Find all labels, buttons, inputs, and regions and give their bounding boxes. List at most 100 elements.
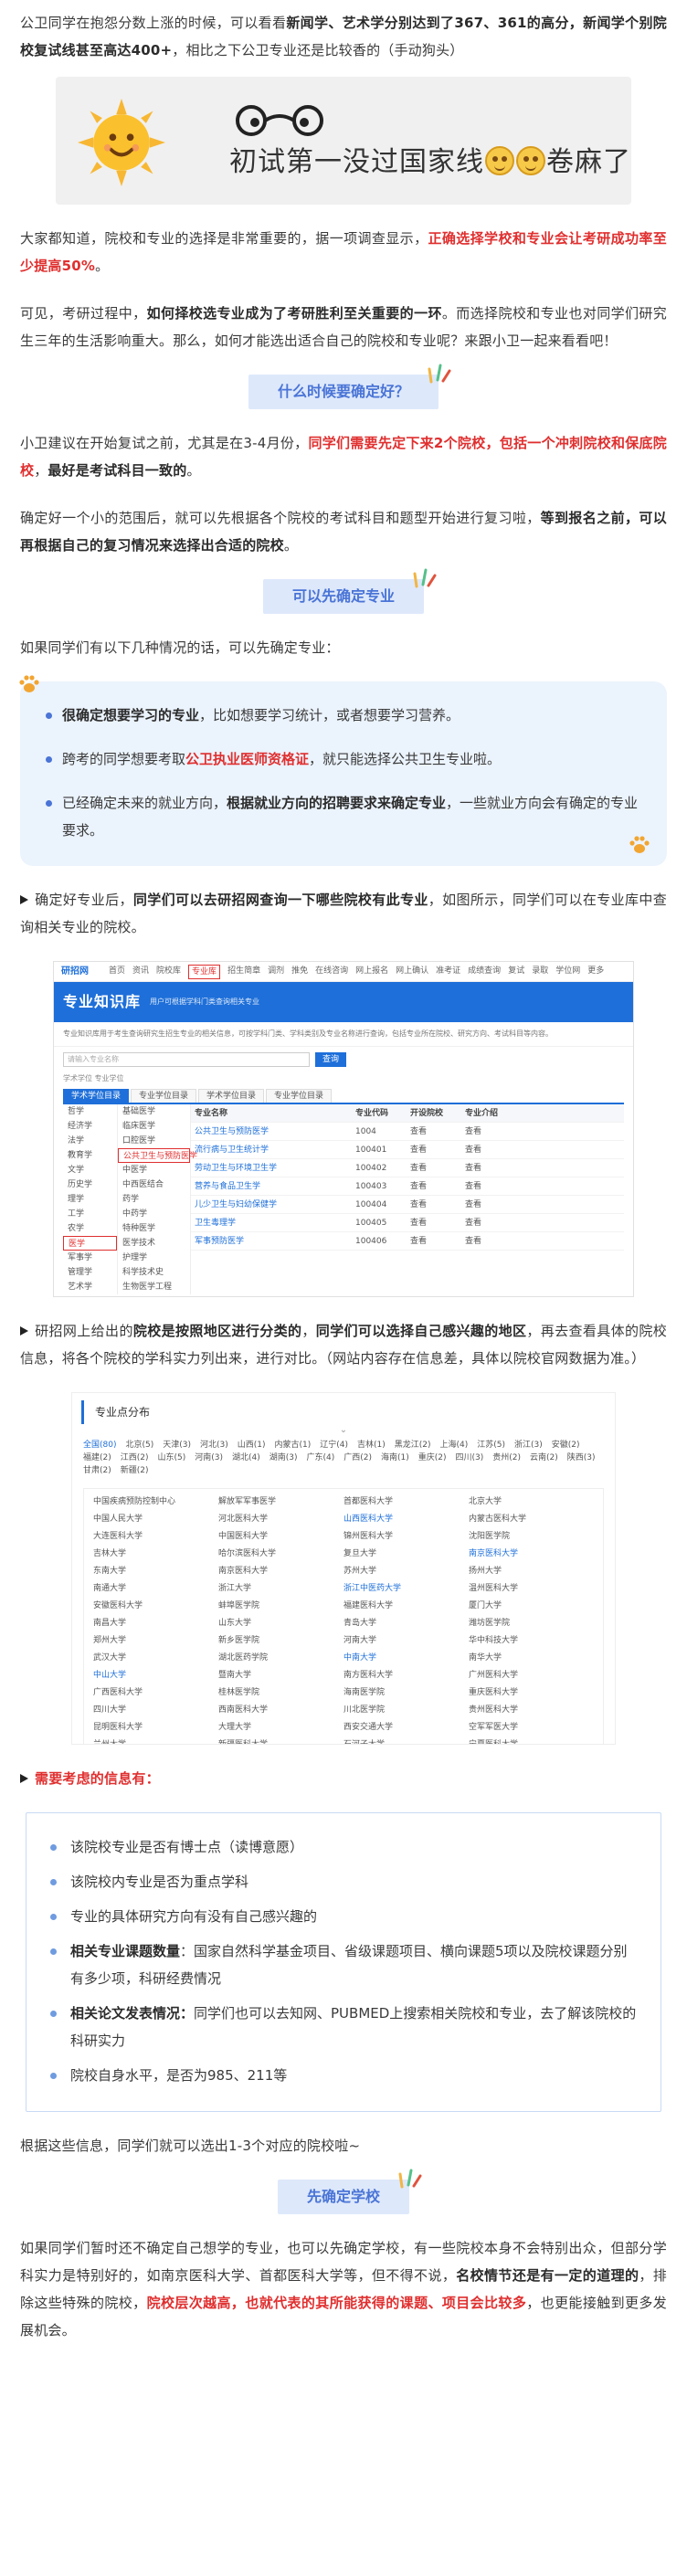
school-link[interactable]: 哈尔滨医科大学 xyxy=(218,1547,344,1561)
region-tab[interactable]: 贵州(2) xyxy=(492,1452,521,1464)
table-cell[interactable]: 查看 xyxy=(465,1141,520,1158)
chevron-down-icon[interactable]: ⌄ xyxy=(72,1426,615,1435)
school-link[interactable]: 温州医科大学 xyxy=(469,1581,594,1596)
school-link[interactable]: 中南大学 xyxy=(344,1651,469,1665)
region-tab[interactable]: 吉林(1) xyxy=(357,1439,386,1452)
category-item[interactable]: 中药学 xyxy=(118,1207,190,1221)
region-tab[interactable]: 辽宁(4) xyxy=(320,1439,348,1452)
region-tab[interactable]: 新疆(2) xyxy=(121,1464,149,1477)
table-cell[interactable]: 劳动卫生与环境卫生学 xyxy=(191,1159,355,1177)
discipline-item[interactable]: 军事学 xyxy=(63,1251,117,1265)
table-cell[interactable]: 查看 xyxy=(465,1123,520,1140)
school-link[interactable]: 浙江中医药大学 xyxy=(344,1581,469,1596)
school-link[interactable]: 苏州大学 xyxy=(344,1564,469,1578)
school-link[interactable]: 沈阳医学院 xyxy=(469,1529,594,1544)
school-link[interactable]: 桂林医学院 xyxy=(218,1685,344,1700)
school-link[interactable]: 复旦大学 xyxy=(344,1547,469,1561)
table-cell[interactable]: 卫生毒理学 xyxy=(191,1214,355,1231)
discipline-item[interactable]: 医学 xyxy=(63,1236,117,1251)
school-link[interactable]: 宁夏医科大学 xyxy=(469,1737,594,1744)
region-tab[interactable]: 山西(1) xyxy=(238,1439,266,1452)
school-link[interactable]: 南京医科大学 xyxy=(218,1564,344,1578)
category-item[interactable]: 中医学 xyxy=(118,1163,190,1177)
region-tab[interactable]: 重庆(2) xyxy=(418,1452,447,1464)
table-cell[interactable]: 查看 xyxy=(410,1232,465,1250)
category-item[interactable]: 医学技术 xyxy=(118,1236,190,1251)
region-tab[interactable]: 陕西(3) xyxy=(567,1452,596,1464)
search-button[interactable]: 查询 xyxy=(315,1052,346,1067)
school-link[interactable]: 浙江大学 xyxy=(218,1581,344,1596)
nav-item[interactable]: 推免 xyxy=(291,965,308,979)
school-link[interactable]: 福建医科大学 xyxy=(344,1599,469,1613)
region-tab[interactable]: 湖北(4) xyxy=(232,1452,260,1464)
school-link[interactable]: 郑州大学 xyxy=(93,1633,218,1648)
table-cell[interactable]: 流行病与卫生统计学 xyxy=(191,1141,355,1158)
category-item[interactable]: 临床医学 xyxy=(118,1119,190,1134)
nav-item[interactable]: 调剂 xyxy=(268,965,284,979)
school-link[interactable]: 中国人民大学 xyxy=(93,1512,218,1526)
nav-item[interactable]: 成绩查询 xyxy=(468,965,501,979)
region-tab[interactable]: 上海(4) xyxy=(439,1439,468,1452)
school-link[interactable]: 山东大学 xyxy=(218,1616,344,1631)
category-item[interactable]: 特种医学 xyxy=(118,1221,190,1236)
school-link[interactable]: 山西医科大学 xyxy=(344,1512,469,1526)
table-cell[interactable]: 公共卫生与预防医学 xyxy=(191,1123,355,1140)
discipline-item[interactable]: 农学 xyxy=(63,1221,117,1236)
school-link[interactable]: 潍坊医学院 xyxy=(469,1616,594,1631)
discipline-item[interactable]: 教育学 xyxy=(63,1148,117,1163)
school-link[interactable]: 河南大学 xyxy=(344,1633,469,1648)
school-link[interactable]: 中山大学 xyxy=(93,1668,218,1683)
discipline-item[interactable]: 艺术学 xyxy=(63,1280,117,1294)
table-cell[interactable]: 查看 xyxy=(465,1159,520,1177)
category-item[interactable]: 公共卫生与预防医学 xyxy=(118,1148,197,1163)
school-link[interactable]: 南通大学 xyxy=(93,1581,218,1596)
table-cell[interactable]: 查看 xyxy=(465,1196,520,1213)
school-link[interactable]: 蚌埠医学院 xyxy=(218,1599,344,1613)
nav-item[interactable]: 复试 xyxy=(508,965,524,979)
nav-item[interactable]: 招生简章 xyxy=(227,965,260,979)
category-item[interactable]: 药学 xyxy=(118,1192,190,1207)
school-link[interactable]: 广西医科大学 xyxy=(93,1685,218,1700)
school-link[interactable]: 大理大学 xyxy=(218,1720,344,1735)
school-link[interactable]: 四川大学 xyxy=(93,1703,218,1717)
school-link[interactable]: 湖北医药学院 xyxy=(218,1651,344,1665)
region-tab[interactable]: 河南(3) xyxy=(195,1452,223,1464)
discipline-item[interactable]: 工学 xyxy=(63,1207,117,1221)
nav-item[interactable]: 首页 xyxy=(109,965,125,979)
region-tab[interactable]: 云南(2) xyxy=(530,1452,558,1464)
region-tab[interactable]: 甘肃(2) xyxy=(83,1464,111,1477)
discipline-item[interactable]: 文学 xyxy=(63,1163,117,1177)
region-tab[interactable]: 福建(2) xyxy=(83,1452,111,1464)
nav-item[interactable]: 专业库 xyxy=(188,964,221,979)
degree-type-radios[interactable]: 学术学位 专业学位 xyxy=(54,1072,633,1089)
nav-item[interactable]: 更多 xyxy=(587,965,604,979)
nav-item[interactable]: 网上报名 xyxy=(355,965,388,979)
region-tab[interactable]: 浙江(3) xyxy=(514,1439,543,1452)
category-item[interactable]: 口腔医学 xyxy=(118,1134,190,1148)
category-item[interactable]: 中西医结合 xyxy=(118,1177,190,1192)
tab-catalog[interactable]: 学术学位目录 xyxy=(198,1089,265,1103)
school-link[interactable]: 贵州医科大学 xyxy=(469,1703,594,1717)
school-link[interactable]: 西安交通大学 xyxy=(344,1720,469,1735)
region-tab[interactable]: 河北(3) xyxy=(200,1439,228,1452)
school-link[interactable]: 河北医科大学 xyxy=(218,1512,344,1526)
school-link[interactable]: 西南医科大学 xyxy=(218,1703,344,1717)
table-cell[interactable]: 军事预防医学 xyxy=(191,1232,355,1250)
region-tab[interactable]: 山东(5) xyxy=(158,1452,186,1464)
school-link[interactable]: 空军军医大学 xyxy=(469,1720,594,1735)
table-cell[interactable]: 查看 xyxy=(410,1196,465,1213)
discipline-item[interactable]: 管理学 xyxy=(63,1265,117,1280)
table-cell[interactable]: 查看 xyxy=(465,1214,520,1231)
table-cell[interactable]: 查看 xyxy=(410,1123,465,1140)
school-link[interactable]: 首都医科大学 xyxy=(344,1494,469,1509)
region-tab[interactable]: 广东(4) xyxy=(307,1452,335,1464)
category-item[interactable]: 基础医学 xyxy=(118,1104,190,1119)
region-tab[interactable]: 安徽(2) xyxy=(552,1439,580,1452)
school-link[interactable]: 暨南大学 xyxy=(218,1668,344,1683)
school-link[interactable]: 华中科技大学 xyxy=(469,1633,594,1648)
school-link[interactable]: 青岛大学 xyxy=(344,1616,469,1631)
nav-item[interactable]: 学位网 xyxy=(555,965,580,979)
tab-catalog[interactable]: 学术学位目录 xyxy=(63,1089,130,1103)
discipline-item[interactable]: 理学 xyxy=(63,1192,117,1207)
category-item[interactable]: 科学技术史 xyxy=(118,1265,190,1280)
